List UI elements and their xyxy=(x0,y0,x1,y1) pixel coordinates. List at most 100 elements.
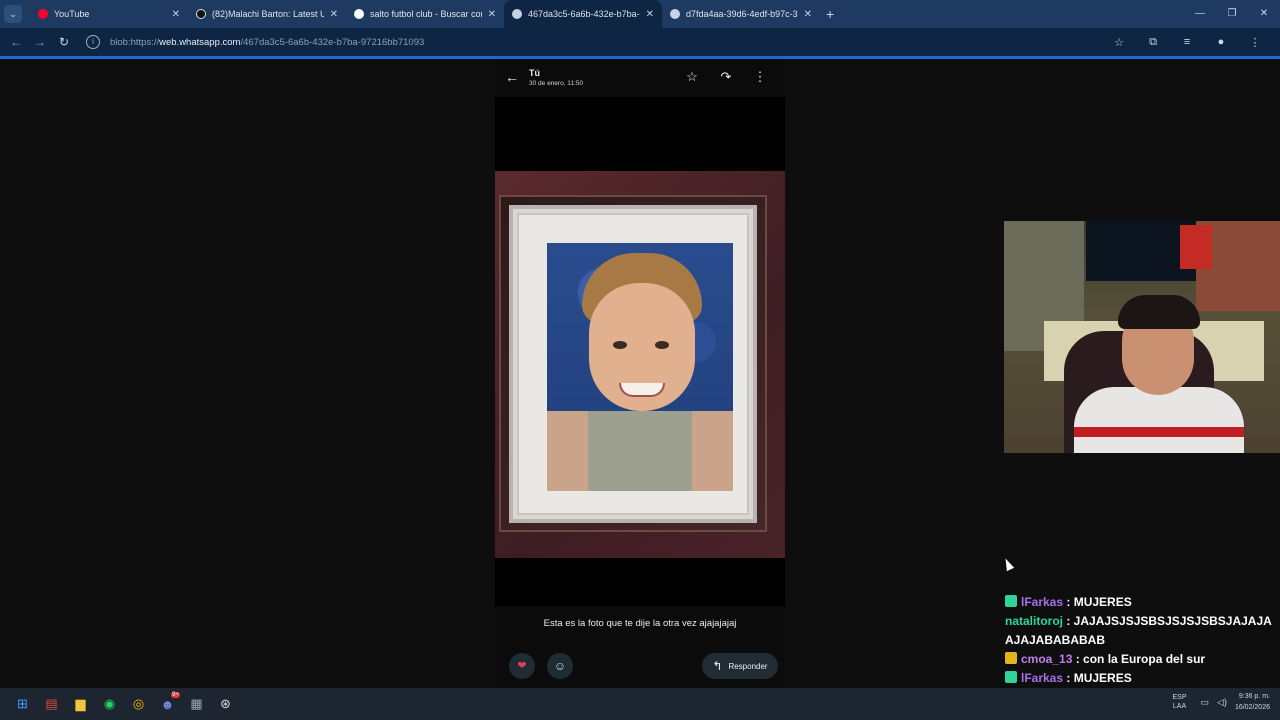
toolbar-actions: ☆ ⧉ ≡ ● ⋮ xyxy=(1102,28,1272,56)
chat-username: natalitoroj xyxy=(1005,614,1064,628)
spotify-icon[interactable]: ◉ xyxy=(95,692,124,716)
google-favicon-icon xyxy=(354,9,364,19)
chat-text: : MUJERES xyxy=(1063,671,1132,685)
close-tab-icon[interactable]: ✕ xyxy=(172,9,180,20)
globe-favicon-icon xyxy=(512,9,522,19)
child-portrait xyxy=(547,243,733,491)
close-window-icon[interactable]: ✕ xyxy=(1248,0,1280,28)
close-tab-icon[interactable]: ✕ xyxy=(646,9,654,20)
chat-message: lFarkas : MUJERES xyxy=(1005,669,1280,688)
address-bar[interactable]: i blob:https://web.whatsapp.com/467da3c5… xyxy=(80,32,1130,52)
viewer-header: ← Tú 30 de enero, 11:50 ☆ ↷ ⋮ xyxy=(495,59,785,97)
crown-badge-icon xyxy=(1005,652,1017,664)
chat-message: lFarkas : MUJERES xyxy=(1005,593,1280,612)
reload-icon[interactable]: ↻ xyxy=(52,35,76,49)
tab-blob-active[interactable]: 467da3c5-6a6b-432e-b7ba-97 ✕ xyxy=(504,0,662,28)
keyboard-layout: LAA xyxy=(1172,703,1187,710)
club-flag xyxy=(1180,225,1212,269)
window-controls: — ❐ ✕ xyxy=(1184,0,1280,28)
profile-avatar-icon[interactable]: ● xyxy=(1204,36,1238,48)
picture-frame xyxy=(499,195,767,532)
tab-youtube[interactable]: YouTube ✕ xyxy=(30,0,188,28)
close-tab-icon[interactable]: ✕ xyxy=(488,9,496,20)
tab-malachi-barton[interactable]: (82)Malachi Barton: Latest Upd ✕ xyxy=(188,0,346,28)
site-info-icon[interactable]: i xyxy=(86,35,100,49)
tab-search-chevron-icon[interactable]: ⌄ xyxy=(4,5,22,23)
tab-blob-2[interactable]: d7fda4aa-39d6-4edf-b97c-37b ✕ xyxy=(662,0,820,28)
network-icon[interactable]: ▭ xyxy=(1201,697,1210,708)
reply-button[interactable]: ↰ Responder xyxy=(702,653,778,679)
forward-icon[interactable]: ↷ xyxy=(709,69,743,85)
volume-icon[interactable]: ◁) xyxy=(1217,697,1227,708)
minimize-icon[interactable]: — xyxy=(1184,0,1216,28)
chrome-icon[interactable]: ◎ xyxy=(124,692,153,716)
whatsapp-media-viewer: ← Tú 30 de enero, 11:50 ☆ ↷ ⋮ Esta es la… xyxy=(495,59,785,688)
subscriber-badge-icon xyxy=(1005,671,1017,683)
clock-time: 9:36 p. m. xyxy=(1238,693,1270,700)
chat-username: lFarkas xyxy=(1021,595,1064,609)
back-icon[interactable]: ← xyxy=(4,35,28,49)
heart-reaction-button[interactable]: ❤ xyxy=(509,653,535,679)
webcam-overlay xyxy=(1004,221,1280,453)
calculator-icon[interactable]: ▦ xyxy=(182,692,211,716)
browser-toolbar: ← → ↻ i blob:https://web.whatsapp.com/46… xyxy=(0,28,1280,56)
windows-start-icon[interactable]: ⊞ xyxy=(8,692,37,716)
photo-caption: Esta es la foto que te dije la otra vez … xyxy=(543,618,737,629)
windows-taskbar: ⊞ ▤ ▆ ◉ ◎ ☻ 9+ ▦ ⊛ ESP LAA ▭ ◁) 9:36 p. m… xyxy=(0,688,1280,720)
taskbar-apps: ⊞ ▤ ▆ ◉ ◎ ☻ 9+ ▦ ⊛ xyxy=(8,692,240,716)
shared-photo xyxy=(495,171,785,558)
tab-title: salto futbol club - Buscar con G xyxy=(370,9,482,19)
photo-letterbox-top xyxy=(495,97,785,171)
star-icon[interactable]: ☆ xyxy=(675,69,709,85)
extensions-icon[interactable]: ⧉ xyxy=(1136,36,1170,49)
emoji-react-button[interactable]: ☺ xyxy=(547,653,573,679)
clock-date: 16/02/2026 xyxy=(1234,704,1270,711)
browser-tab-strip: ⌄ YouTube ✕ (82)Malachi Barton: Latest U… xyxy=(0,0,1280,28)
tab-title: YouTube xyxy=(54,9,90,19)
media-app-icon[interactable]: ▤ xyxy=(37,692,66,716)
chat-username: cmoa_13 xyxy=(1021,652,1073,666)
tab-title: 467da3c5-6a6b-432e-b7ba-97 xyxy=(528,9,640,19)
system-clock[interactable]: 9:36 p. m. 16/02/2026 xyxy=(1235,691,1270,713)
reply-label: Responder xyxy=(728,661,768,671)
language-code: ESP xyxy=(1172,694,1187,701)
chat-text: : con la Europa del sur xyxy=(1072,652,1206,666)
youtube-favicon-icon xyxy=(38,9,48,19)
url-host: web.whatsapp.com xyxy=(159,36,241,48)
bookmark-star-icon[interactable]: ☆ xyxy=(1102,36,1136,49)
photo-letterbox-bottom xyxy=(495,558,785,606)
globe-favicon-icon xyxy=(670,9,680,19)
close-tab-icon[interactable]: ✕ xyxy=(330,9,338,20)
menu-kebab-icon[interactable]: ⋮ xyxy=(1238,36,1272,49)
restore-icon[interactable]: ❐ xyxy=(1216,0,1248,28)
subscriber-badge-icon xyxy=(1005,595,1017,607)
more-options-icon[interactable]: ⋮ xyxy=(743,69,777,85)
forward-icon[interactable]: → xyxy=(28,35,52,49)
file-explorer-icon[interactable]: ▆ xyxy=(66,692,95,716)
media-control-icon[interactable]: ≡ xyxy=(1170,36,1204,48)
chat-text: : MUJERES xyxy=(1063,595,1132,609)
system-tray: ESP LAA ▭ ◁) 9:36 p. m. 16/02/2026 xyxy=(1173,691,1271,713)
discord-icon[interactable]: ☻ 9+ xyxy=(153,692,182,716)
chat-message: natalitoroj : JAJAJSJSJSBSJSJSJSBSJAJAJA… xyxy=(1005,612,1280,650)
viewer-actions: ☆ ↷ ⋮ xyxy=(675,69,777,85)
stream-chat-overlay: lFarkas : MUJERES natalitoroj : JAJAJSJS… xyxy=(1005,593,1280,688)
discord-notification-badge: 9+ xyxy=(171,692,180,698)
chat-username: lFarkas xyxy=(1021,671,1064,685)
tab-title: d7fda4aa-39d6-4edf-b97c-37b xyxy=(686,9,798,19)
sender-name: Tú xyxy=(529,68,540,78)
mouse-cursor-icon xyxy=(1001,556,1015,572)
new-tab-icon[interactable]: + xyxy=(826,6,834,22)
url-prefix: blob:https:// xyxy=(110,36,160,48)
obs-icon[interactable]: ⊛ xyxy=(211,692,240,716)
page-content: ← Tú 30 de enero, 11:50 ☆ ↷ ⋮ Esta es la… xyxy=(0,59,1280,688)
back-arrow-icon[interactable]: ← xyxy=(505,69,519,85)
message-date: 30 de enero, 11:50 xyxy=(529,80,584,87)
chat-message: cmoa_13 : con la Europa del sur xyxy=(1005,650,1280,669)
url-path: /467da3c5-6a6b-432e-b7ba-97216bb71093 xyxy=(240,36,425,48)
close-tab-icon[interactable]: ✕ xyxy=(804,9,812,20)
tab-google-search[interactable]: salto futbol club - Buscar con G ✕ xyxy=(346,0,504,28)
language-indicator[interactable]: ESP LAA xyxy=(1173,693,1187,711)
url-text: blob:https://web.whatsapp.com/467da3c5-6… xyxy=(110,37,424,48)
tiktok-favicon-icon xyxy=(196,9,206,19)
